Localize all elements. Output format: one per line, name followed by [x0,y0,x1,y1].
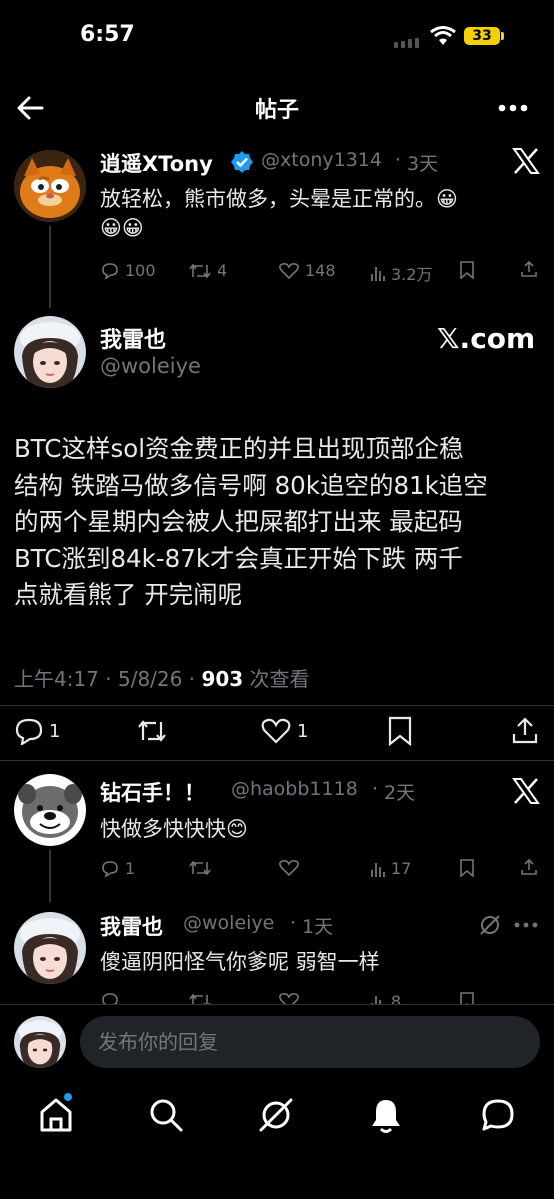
thread-line [49,850,51,902]
repost-button[interactable]: 4 [188,261,227,280]
like-count: 148 [305,261,336,280]
divider [0,760,554,761]
post-text-line: 的两个星期内会被人把屎都打出来 最起码 [14,507,463,536]
post-age: 2天 [384,782,416,804]
reply-2-actions: 8 [0,990,554,1004]
battery-icon [501,32,504,40]
dot-separator: · [290,912,297,934]
avatar[interactable] [14,150,86,222]
messages-icon[interactable] [480,1097,516,1133]
like-icon [261,718,291,744]
post-view-label: 次查看 [243,667,310,691]
composer-avatar [14,1016,66,1068]
post-text: 快做多快快快😊 [100,817,248,841]
author-name[interactable]: 我雷也 [100,322,166,354]
grok-icon[interactable] [478,913,502,937]
wifi-icon [430,26,456,46]
divider [0,705,554,706]
author-name[interactable]: 我雷也 [100,911,163,941]
share-icon[interactable] [520,260,538,278]
divider [0,1004,554,1005]
like-icon [279,262,299,279]
avatar[interactable] [14,316,86,388]
thread-line [49,226,51,308]
reply-input[interactable]: 发布你的回复 [80,1016,540,1068]
x-logo-icon [512,778,540,804]
post-text-line: 结构 铁踏马做多信号啊 80k追空的81k追空 [14,470,488,500]
views-icon [371,862,385,877]
repost-icon[interactable] [188,859,212,877]
post-text-continued: 😀😀 [100,216,144,240]
repost-icon[interactable] [136,717,168,745]
post-text-line: BTC这样sol资金费正的并且出现顶部企稳 [14,434,464,463]
author-name[interactable]: 逍遥XTony [100,148,213,178]
views-button[interactable]: 17 [370,859,411,878]
bookmark-icon[interactable] [387,716,413,746]
x-logo-icon [512,148,540,174]
main-post-text: BTC这样sol资金费正的并且出现顶部企稳 结构 铁踏马做多信号啊 80k追空的… [14,431,544,614]
verified-badge-icon [230,150,254,174]
post-text-line: BTC涨到84k-87k才会真正开始下跌 两千 [14,543,463,573]
reply-button[interactable]: 100 [100,261,156,280]
post-age: 1天 [302,916,334,938]
view-count: 3.2万 [391,265,433,284]
share-icon[interactable] [520,858,538,876]
reply-button[interactable]: 1 [100,859,135,878]
battery-level: 33 [464,27,500,45]
reply-icon [15,718,43,745]
views-icon [371,995,381,1004]
grok-icon[interactable] [258,1097,294,1133]
author-handle[interactable]: @xtony1314 [261,149,382,171]
cellular-signal-icon [394,38,422,48]
notifications-icon[interactable] [370,1098,402,1134]
reply-count: 1 [125,859,136,878]
reply-button[interactable]: 1 [14,717,60,745]
like-button[interactable]: 1 [260,717,308,745]
author-handle[interactable]: @haobb1118 [231,778,358,800]
reply-count: 100 [125,261,156,280]
author-handle[interactable]: @woleiye [183,912,274,934]
avatar[interactable] [14,912,86,984]
reply-icon [102,262,118,280]
like-icon[interactable] [278,859,300,877]
author-handle[interactable]: @woleiye [100,354,201,378]
views-button[interactable]: 8 [370,992,401,1004]
reply-icon[interactable] [100,992,120,1004]
repost-icon [189,263,211,278]
dot-separator: · [395,149,402,171]
reply-count: 1 [49,720,61,742]
post-view-count: 903 [201,667,244,691]
more-icon[interactable] [498,104,528,112]
share-icon[interactable] [511,716,539,744]
like-count: 1 [297,720,309,742]
dot-separator: · [372,778,379,800]
search-icon[interactable] [149,1098,183,1132]
reply-icon [102,860,118,878]
like-button[interactable]: 148 [278,261,336,280]
post-text: 傻逼阴阳怪气你爹呢 弱智一样 [100,950,380,974]
home-icon[interactable] [38,1097,74,1133]
view-count: 8 [391,992,402,1004]
avatar[interactable] [14,774,86,846]
bookmark-icon[interactable] [459,859,475,877]
status-time: 6:57 [80,22,135,47]
post-timestamp: 上午4:17 · 5/8/26 · [14,667,202,691]
views-icon [371,267,385,281]
post-meta: 上午4:17 · 5/8/26 · 903 次查看 [14,663,310,692]
views-button[interactable]: 3.2万 [370,261,432,285]
bookmark-icon[interactable] [459,261,475,279]
author-name[interactable]: 钻石手！！ [100,777,205,807]
source-label: 𝕏.com [437,322,536,355]
post-text-line: 点就看熊了 开完闹呢 [14,580,243,609]
post-text: 放轻松，熊市做多，头晕是正常的。😀 [100,187,458,211]
notification-dot [64,1093,72,1101]
repost-icon[interactable] [188,992,212,1004]
repost-count: 4 [217,261,228,280]
like-icon[interactable] [278,992,300,1004]
post-age: 3天 [407,153,439,175]
page-title: 帖子 [254,98,299,123]
more-icon[interactable] [514,922,538,928]
view-count: 17 [391,859,412,878]
bookmark-icon[interactable] [459,992,475,1004]
